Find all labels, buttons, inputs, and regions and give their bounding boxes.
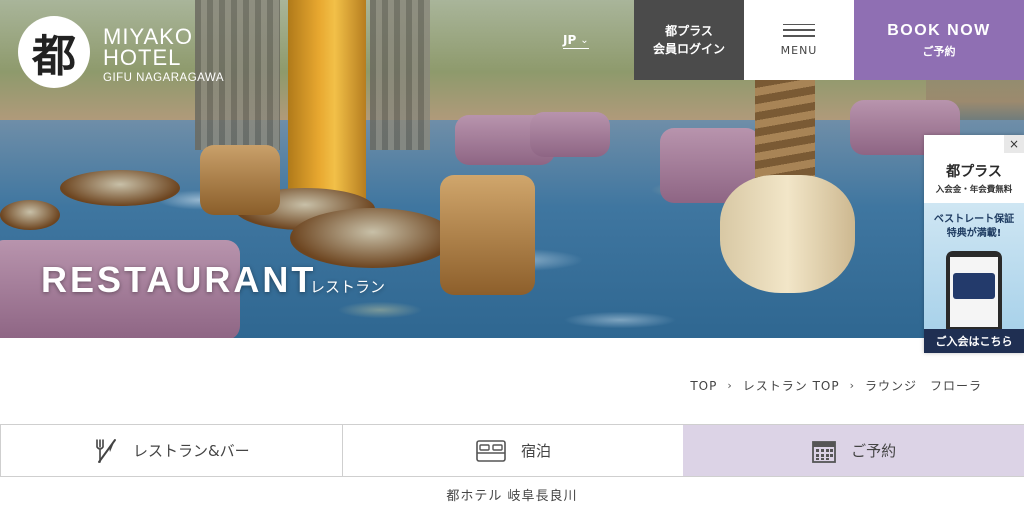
tab-stay-label: 宿泊: [521, 442, 552, 460]
menu-button[interactable]: MENU: [744, 0, 854, 80]
member-login-line2: 会員ログイン: [652, 42, 725, 56]
close-icon[interactable]: ×: [1004, 135, 1024, 153]
member-login-button[interactable]: 都プラス 会員ログイン: [634, 0, 744, 80]
cutlery-icon: [96, 438, 116, 463]
tab-reservation[interactable]: ご予約: [683, 425, 1024, 476]
book-now-sub: ご予約: [922, 44, 956, 58]
logo-mark: 都: [32, 31, 76, 82]
member-card-icon: [953, 273, 995, 299]
hero-table: [60, 170, 180, 206]
banner-promo: ベストレート保証 特典が満載!: [924, 213, 1024, 241]
hero-palm: [755, 80, 815, 190]
hotel-logo[interactable]: 都: [18, 16, 90, 88]
banner-promo-line2: 特典が満載!: [946, 228, 1002, 239]
member-login-line1: 都プラス: [665, 24, 713, 38]
category-tabs: レストラン&バー 宿泊 ご予約: [0, 424, 1024, 477]
hotel-name: 都ホテル 岐阜長良川: [446, 489, 578, 504]
tab-stay[interactable]: 宿泊: [341, 425, 684, 476]
brand-wordmark[interactable]: MIYAKO HOTEL GIFU NAGARAGAWA: [103, 24, 225, 85]
calendar-icon: [812, 440, 837, 463]
bed-icon: [476, 439, 506, 462]
hero-pillar: [288, 0, 366, 200]
tab-reservation-label: ご予約: [851, 442, 897, 460]
hero-curtain: [370, 0, 430, 150]
brand-name-line2: HOTEL: [103, 45, 182, 70]
hero-chair: [200, 145, 280, 215]
hero-table: [0, 200, 60, 230]
breadcrumb-item-top[interactable]: TOP: [690, 379, 717, 393]
chevron-down-icon: ⌄: [580, 34, 589, 46]
brand-name-line1: MIYAKO: [103, 24, 193, 49]
breadcrumb-item-current: ラウンジ フローラ: [864, 379, 982, 393]
language-label: JP: [563, 33, 577, 47]
tab-restaurant-bar-label: レストラン&バー: [132, 442, 250, 460]
language-selector[interactable]: JP ⌄: [563, 33, 589, 49]
smartphone-icon: [946, 251, 1002, 329]
page-title: RESTAURANT: [41, 259, 317, 300]
brand-sub: GIFU NAGARAGAWA: [103, 72, 225, 84]
hero-chair: [440, 175, 535, 295]
breadcrumb-separator: ›: [849, 379, 855, 392]
hero-sofa: [530, 112, 610, 157]
banner-visual: ベストレート保証 特典が満載!: [924, 203, 1024, 329]
membership-banner[interactable]: × 都プラス 入会金・年会費無料 ベストレート保証 特典が満載! ご入会はこちら: [924, 135, 1024, 353]
hamburger-icon: [783, 23, 815, 37]
join-button[interactable]: ご入会はこちら: [924, 329, 1024, 353]
book-now-label: BOOK NOW: [887, 21, 991, 39]
breadcrumb-item-restaurant-top[interactable]: レストラン TOP: [743, 377, 840, 394]
banner-title: 都プラス: [946, 164, 1002, 180]
page-title-jp: レストラン: [310, 278, 386, 296]
menu-label: MENU: [780, 43, 818, 57]
book-now-button[interactable]: BOOK NOW ご予約: [854, 0, 1024, 80]
hero-planter: [720, 175, 855, 293]
banner-promo-line1: ベストレート保証: [933, 214, 1015, 225]
breadcrumb-separator: ›: [727, 379, 733, 392]
breadcrumb: TOP › レストラン TOP › ラウンジ フローラ: [690, 377, 982, 394]
banner-subtitle: 入会金・年会費無料: [935, 185, 1013, 195]
tab-restaurant-bar[interactable]: レストラン&バー: [0, 425, 342, 476]
